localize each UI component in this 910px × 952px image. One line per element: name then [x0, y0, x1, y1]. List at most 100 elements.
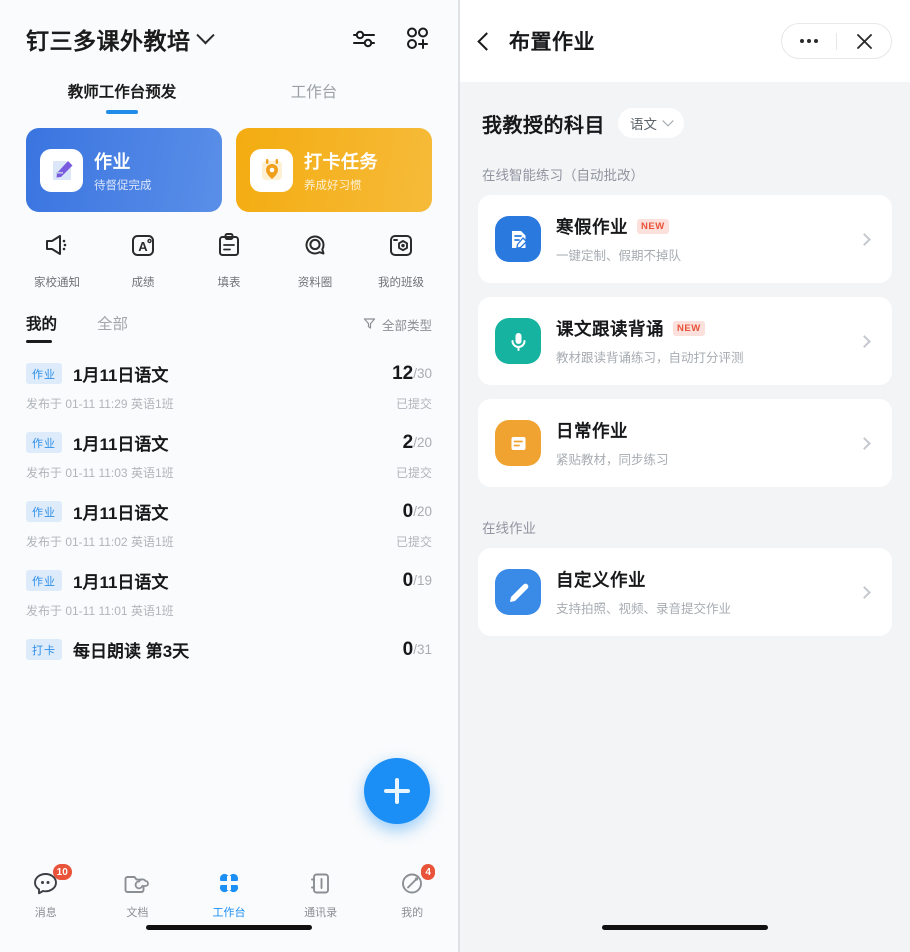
table-row[interactable]: 作业 1月11日语文 12 /30 发布于 01-11 11:29 英语1班 已… — [26, 343, 432, 412]
banner-subtitle: 待督促完成 — [94, 179, 152, 192]
row-main: 作业 1月11日语文 0 /19 — [26, 568, 432, 593]
row-meta: 发布于 01-11 11:29 英语1班 — [26, 397, 174, 411]
tab-label: 教师工作台预发 — [67, 84, 177, 101]
more-dots-icon[interactable] — [782, 23, 836, 59]
workbench-tabs: 教师工作台预发 工作台 — [0, 80, 458, 114]
sliders-icon[interactable] — [350, 25, 378, 53]
section-title: 在线智能练习（自动批改） — [482, 168, 644, 183]
org-title: 钉三多课外教培 — [26, 28, 191, 54]
nav-item-messages[interactable]: 10 消息 — [0, 864, 92, 952]
list-header: 我的 全部 全部类型 — [0, 290, 458, 343]
table-row[interactable]: 作业 1月11日语文 0 /19 发布于 01-11 11:01 英语1班 — [26, 550, 432, 619]
row-total: /19 — [413, 573, 432, 588]
list-item-title-row: 日常作业 — [556, 418, 845, 443]
banner-checkin[interactable]: 打卡任务 养成好习惯 — [236, 128, 432, 212]
list-item-title: 自定义作业 — [556, 570, 646, 590]
row-main: 作业 1月11日语文 0 /20 — [26, 499, 432, 524]
type-filter-label: 全部类型 — [381, 319, 432, 333]
quick-action-notice[interactable]: 家校通知 — [14, 230, 100, 290]
tab-label: 工作台 — [290, 84, 338, 101]
list-item-title: 日常作业 — [556, 421, 628, 441]
row-total: /30 — [413, 366, 432, 381]
quick-action-label: 家校通知 — [34, 277, 80, 289]
back-chevron-icon[interactable] — [477, 31, 496, 51]
new-badge: NEW — [673, 321, 705, 336]
list-item-title-row: 课文跟读背诵 NEW — [556, 316, 845, 341]
quick-action-forms[interactable]: 填表 — [186, 230, 272, 290]
list-item-text: 日常作业 紧贴教材，同步练习 — [556, 418, 845, 468]
chevron-right-icon — [858, 436, 871, 450]
quick-action-label: 我的班级 — [378, 277, 424, 289]
row-main: 作业 1月11日语文 12 /30 — [26, 361, 432, 386]
list-tab-all[interactable]: 全部 — [97, 312, 128, 343]
list-tabs: 我的 全部 — [26, 312, 128, 343]
list-item-title-row: 寒假作业 NEW — [556, 214, 845, 239]
list-item-title: 寒假作业 — [556, 217, 628, 237]
nav-item-docs[interactable]: 文档 — [92, 870, 184, 952]
list-item-subtitle: 一键定制、假期不掉队 — [556, 249, 682, 263]
page-title: 布置作业 — [509, 31, 595, 54]
type-filter-button[interactable]: 全部类型 — [363, 315, 432, 343]
list-tab-mine[interactable]: 我的 — [26, 312, 57, 343]
row-status: 已提交 — [395, 466, 432, 480]
subject-row: 我教授的科目 语文 — [478, 82, 892, 158]
tab-workbench[interactable]: 工作台 — [218, 80, 410, 114]
quick-actions: 家校通知 A 成绩 填表 资料圈 我的班级 — [0, 212, 458, 290]
grade-a-icon: A — [128, 230, 158, 265]
table-row[interactable]: 打卡 每日朗读 第3天 0 /31 — [26, 619, 432, 662]
row-meta: 发布于 01-11 11:01 英语1班 — [26, 604, 174, 618]
close-icon[interactable] — [837, 23, 891, 59]
chevron-down-icon — [195, 25, 215, 44]
quick-action-label: 填表 — [217, 277, 241, 289]
nav-item-label: 消息 — [34, 907, 57, 919]
quick-action-materials[interactable]: 资料圈 — [272, 230, 358, 290]
quick-action-grades[interactable]: A 成绩 — [100, 230, 186, 290]
banner-subtitle: 养成好习惯 — [304, 179, 362, 192]
teacher-workbench-panel: 钉三多课外教培 教师工作台预发 工作台 作业 待督促完成 打卡任务 养成好习惯 … — [0, 0, 458, 952]
list-item-daily-homework[interactable]: 日常作业 紧贴教材，同步练习 — [478, 399, 892, 487]
chat-bubble-icon: 10 — [31, 864, 72, 897]
quick-action-my-class[interactable]: 我的班级 — [358, 230, 444, 290]
list-item-winter-homework[interactable]: 寒假作业 NEW 一键定制、假期不掉队 — [478, 195, 892, 283]
header-actions — [350, 25, 432, 53]
pencil-icon — [495, 569, 541, 615]
row-title: 1月11日语文 — [73, 573, 169, 592]
table-row[interactable]: 作业 1月11日语文 2 /20 发布于 01-11 11:03 英语1班 已提… — [26, 412, 432, 481]
right-body: 我教授的科目 语文 在线智能练习（自动批改） 寒假作业 NEW 一键定制、假期不… — [460, 82, 910, 952]
list-item-text-recitation[interactable]: 课文跟读背诵 NEW 教材跟读背诵练习，自动打分评测 — [478, 297, 892, 385]
banner-cards: 作业 待督促完成 打卡任务 养成好习惯 — [0, 114, 458, 212]
nav-item-workbench[interactable]: 工作台 — [183, 870, 275, 952]
document-lines-icon — [495, 420, 541, 466]
table-row[interactable]: 作业 1月11日语文 0 /20 发布于 01-11 11:02 英语1班 已提… — [26, 481, 432, 550]
svg-text:A: A — [138, 239, 148, 254]
row-status: 已提交 — [395, 535, 432, 549]
add-button[interactable] — [364, 758, 430, 824]
quick-action-label: 资料圈 — [297, 277, 333, 289]
list-item-custom-homework[interactable]: 自定义作业 支持拍照、视频、录音提交作业 — [478, 548, 892, 636]
row-sub: 发布于 01-11 11:01 英语1班 — [26, 602, 432, 619]
banner-title: 打卡任务 — [304, 151, 378, 172]
subject-value: 语文 — [630, 117, 657, 132]
nav-item-contacts[interactable]: 通讯录 — [275, 870, 367, 952]
quick-action-label: 成绩 — [131, 277, 155, 289]
bottom-nav: 10 消息 文档 工作台 通讯录 4 我的 — [0, 860, 458, 952]
home-indicator — [146, 925, 312, 930]
notification-badge: 10 — [52, 864, 72, 880]
nav-item-label: 工作台 — [212, 907, 246, 919]
banner-title: 作业 — [94, 151, 131, 172]
banner-homework[interactable]: 作业 待督促完成 — [26, 128, 222, 212]
nav-item-profile[interactable]: 4 我的 — [366, 864, 458, 952]
row-total: /20 — [413, 504, 432, 519]
row-meta: 发布于 01-11 11:03 英语1班 — [26, 466, 174, 480]
subject-select[interactable]: 语文 — [618, 108, 684, 138]
nav-item-label: 文档 — [126, 907, 149, 919]
list-item-subtitle: 紧贴教材，同步练习 — [556, 453, 669, 467]
tab-teacher-workbench[interactable]: 教师工作台预发 — [26, 80, 218, 114]
chevron-right-icon — [858, 585, 871, 599]
row-count: 2 — [402, 431, 414, 453]
org-switcher[interactable]: 钉三多课外教培 — [26, 22, 215, 56]
add-member-icon[interactable] — [404, 25, 432, 53]
row-main: 作业 1月11日语文 2 /20 — [26, 430, 432, 455]
home-indicator — [602, 925, 768, 930]
grid-four-icon — [214, 870, 244, 897]
